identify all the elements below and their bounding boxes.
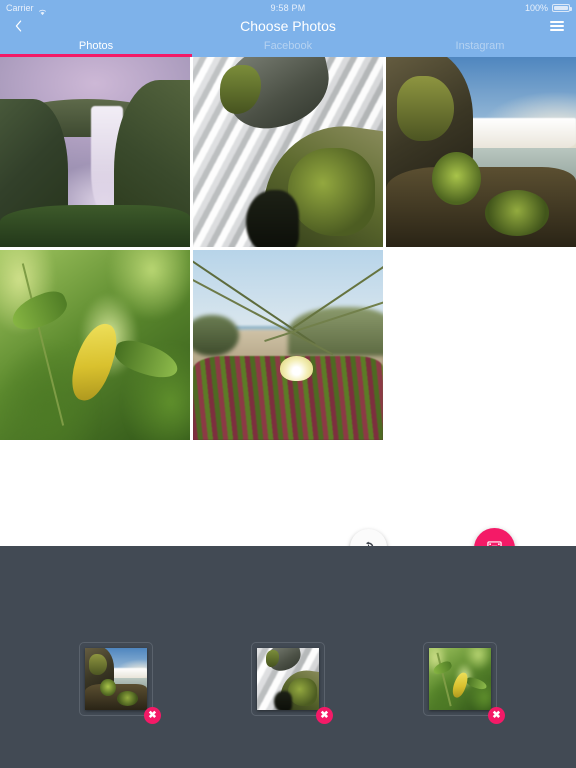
page-title: Choose Photos	[240, 18, 336, 34]
app-root: Carrier 9:58 PM 100% Choose Photos Photo…	[0, 0, 576, 768]
tab-photos-label: Photos	[78, 40, 114, 52]
photo-thumbnail	[386, 57, 576, 247]
photo-thumbnail	[193, 250, 383, 440]
photo-thumbnail	[0, 57, 190, 247]
selected-thumbnail	[85, 648, 147, 710]
photo-grid-item[interactable]	[193, 250, 383, 440]
photo-grid	[0, 57, 576, 546]
remove-thumbnail-button[interactable]: ✖	[144, 707, 161, 724]
selected-thumbnail	[429, 648, 491, 710]
status-bar-time: 9:58 PM	[270, 3, 306, 13]
hamburger-menu-icon[interactable]	[544, 16, 570, 36]
photo-grid-item[interactable]	[0, 250, 190, 440]
battery-full-icon	[552, 4, 572, 12]
remove-thumbnail-button[interactable]: ✖	[316, 707, 333, 724]
status-bar: Carrier 9:58 PM 100%	[0, 0, 576, 16]
selected-thumb-slot[interactable]: ✖	[251, 642, 333, 724]
status-bar-right: 100%	[524, 0, 572, 16]
selected-thumb-slot[interactable]: ✖	[79, 642, 161, 724]
battery-percent-label: 100%	[524, 3, 548, 13]
tab-instagram-label: Instagram	[455, 40, 505, 52]
photo-thumbnail	[193, 57, 383, 247]
selected-thumb-slot[interactable]: ✖	[423, 642, 505, 724]
photo-grid-item[interactable]	[386, 57, 576, 247]
selected-thumbnail	[257, 648, 319, 710]
photo-grid-item[interactable]	[193, 57, 383, 247]
tab-photos[interactable]: Photos	[0, 36, 192, 57]
navigation-bar: Choose Photos	[0, 16, 576, 36]
tab-bar: Photos Facebook Instagram	[0, 36, 576, 57]
photo-grid-item[interactable]	[0, 57, 190, 247]
tab-facebook-label: Facebook	[263, 40, 313, 52]
remove-thumbnail-button[interactable]: ✖	[488, 707, 505, 724]
photo-thumbnail	[0, 250, 190, 440]
selected-photos-tray: ✖ ✖ ✖	[0, 546, 576, 768]
tab-facebook[interactable]: Facebook	[192, 36, 384, 57]
tab-instagram[interactable]: Instagram	[384, 36, 576, 57]
